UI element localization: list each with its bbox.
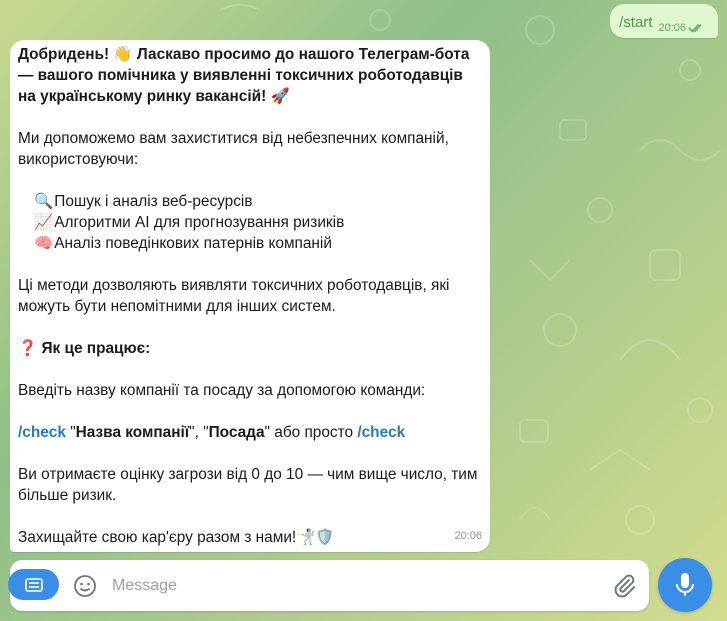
brain-emoji: 🧠 (34, 235, 54, 252)
chart-emoji: 📈 (34, 214, 54, 231)
feature-item: 📈 Алгоритми AI для прогнозування ризиків (18, 212, 482, 233)
incoming-message: Добридень! 👋 Ласкаво просимо до нашого Т… (10, 40, 490, 552)
feature-item: 🧠 Аналіз поведінкових патернів компаній (18, 233, 482, 254)
chat-area[interactable]: /start 20:06 Добридень! 👋 Ласкаво просим… (0, 0, 727, 621)
outgoing-message: /start 20:06 (610, 4, 718, 38)
outgoing-message-text: /start (619, 14, 653, 31)
menu-icon (24, 577, 43, 592)
intro-text: Ми допоможемо вам захиститися від небезп… (18, 130, 449, 168)
feature-text: Пошук і аналіз веб-ресурсів (54, 193, 253, 210)
position-placeholder: Посада (208, 424, 265, 441)
voice-message-button[interactable] (658, 558, 712, 612)
rating-text: Ви отримаєте оцінку загрози від 0 до 10 … (18, 466, 478, 504)
check-command-link[interactable]: /check (18, 424, 66, 441)
waving-hand-emoji: 👋 (113, 46, 133, 63)
greeting-paragraph: Добридень! 👋 Ласкаво просимо до нашого Т… (18, 44, 482, 107)
emoji-icon[interactable] (73, 574, 97, 598)
feature-item: 🔍 Пошук і аналіз веб-ресурсів (18, 191, 482, 212)
rocket-emoji: 🚀 (270, 88, 290, 105)
outgoing-message-meta: 20:06 (658, 22, 706, 34)
question-emoji: ❓ (18, 340, 38, 357)
instruction-text: Введіть назву компанії та посаду за допо… (18, 382, 426, 399)
greeting-text-1: Добридень! (18, 46, 110, 63)
fencer-shield-emoji: 🤺🛡️ (296, 529, 335, 546)
check-command-link-2[interactable]: /check (357, 424, 405, 441)
or-simply-text: " або просто (264, 424, 358, 441)
double-check-icon (688, 23, 702, 33)
company-placeholder: Назва компанії (75, 424, 190, 441)
message-composer (8, 560, 649, 611)
feature-text: Алгоритми AI для прогнозування ризиків (54, 214, 345, 231)
mic-icon (676, 573, 694, 596)
command-example: /check "Назва компанії", "Посада" або пр… (18, 422, 482, 443)
how-it-works-title: Як це працює: (41, 340, 151, 357)
incoming-message-time: 20:06 (454, 530, 482, 542)
message-input[interactable] (110, 572, 594, 600)
how-it-works-heading: ❓ Як це працює: (18, 338, 482, 359)
separator: ", " (189, 424, 209, 441)
feature-text: Аналіз поведінкових патернів компаній (54, 235, 332, 252)
magnifier-emoji: 🔍 (34, 193, 54, 210)
outgoing-message-time: 20:06 (658, 22, 686, 34)
methods-text: Ці методи дозволяють виявляти токсичних … (18, 277, 450, 315)
closing-paragraph: Захищайте свою кар'єру разом з нами!🤺🛡️ (18, 527, 482, 548)
closing-text: Захищайте свою кар'єру разом з нами! (18, 529, 297, 546)
attach-icon[interactable] (611, 573, 637, 599)
bot-menu-button[interactable] (8, 569, 59, 600)
